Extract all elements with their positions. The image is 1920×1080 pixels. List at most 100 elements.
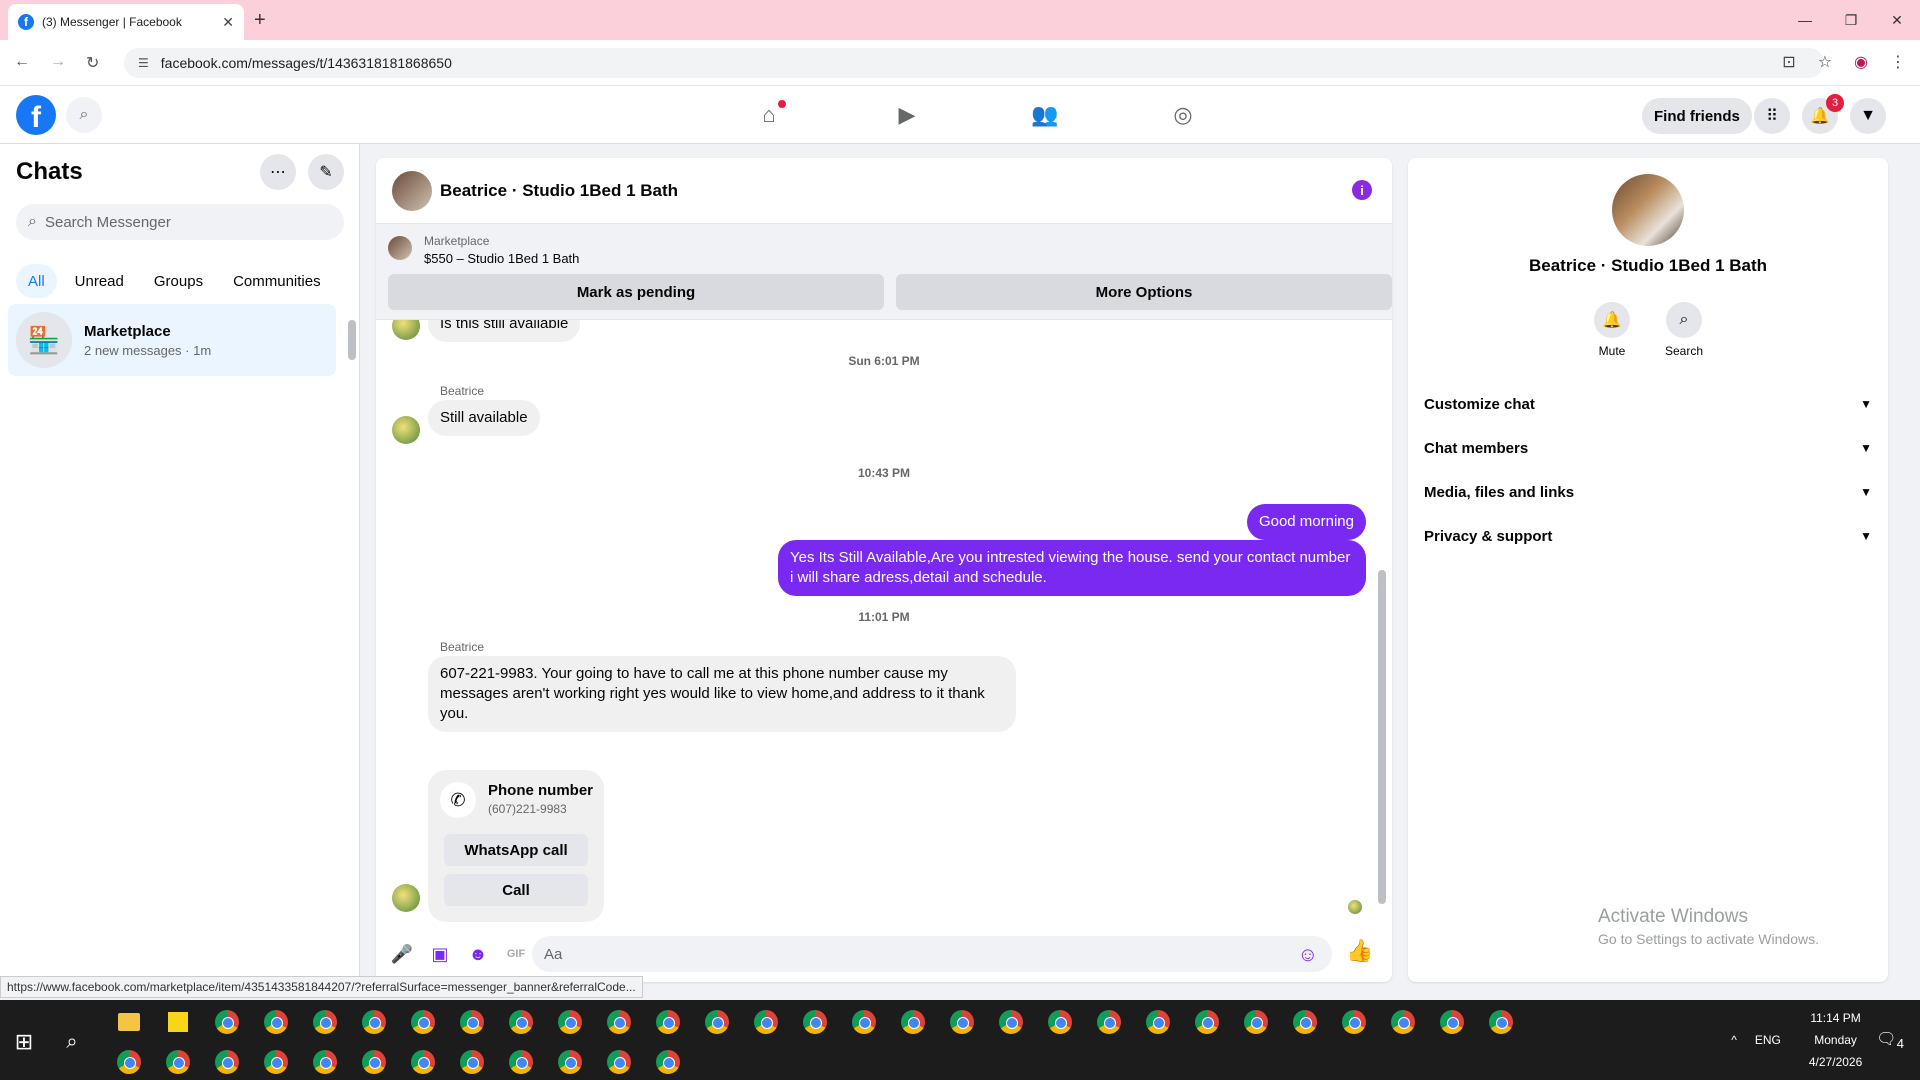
- chrome-taskbar-icon[interactable]: [496, 1042, 545, 1080]
- chrome-taskbar-icon[interactable]: [643, 1042, 692, 1080]
- chat-item-marketplace[interactable]: 🏪 Marketplace 2 new messages · 1m: [8, 304, 336, 376]
- chrome-taskbar-icon[interactable]: [1280, 1002, 1329, 1042]
- chrome-taskbar-icon[interactable]: [692, 1002, 741, 1042]
- chrome-taskbar-icon[interactable]: [496, 1002, 545, 1042]
- friends-icon[interactable]: 👥: [976, 86, 1114, 144]
- show-hidden-icons-icon[interactable]: ^: [1731, 1033, 1737, 1047]
- close-window-icon[interactable]: ✕: [1874, 0, 1920, 40]
- chrome-taskbar-icon[interactable]: [251, 1002, 300, 1042]
- conversation-scrollbar[interactable]: [1378, 570, 1386, 904]
- listing-title[interactable]: $550 – Studio 1Bed 1 Bath: [424, 251, 579, 266]
- more-options-icon[interactable]: ⋯: [260, 154, 296, 190]
- back-icon[interactable]: ←: [14, 53, 30, 71]
- menu-grid-icon[interactable]: ⠿: [1754, 98, 1790, 134]
- browser-menu-icon[interactable]: ⋮: [1890, 52, 1906, 72]
- chrome-taskbar-icon[interactable]: [1378, 1002, 1427, 1042]
- chrome-taskbar-icon[interactable]: [839, 1002, 888, 1042]
- sticky-notes-icon[interactable]: [153, 1002, 202, 1042]
- chrome-taskbar-icon[interactable]: [349, 1002, 398, 1042]
- home-icon[interactable]: ⌂: [700, 86, 838, 144]
- gif-icon[interactable]: GIF: [498, 936, 534, 972]
- chrome-taskbar-icon[interactable]: [1476, 1002, 1525, 1042]
- chrome-taskbar-icon[interactable]: [741, 1002, 790, 1042]
- minimize-icon[interactable]: —: [1782, 0, 1828, 40]
- chrome-taskbar-icon[interactable]: [790, 1002, 839, 1042]
- thumbs-up-icon[interactable]: 👍: [1346, 938, 1373, 964]
- chrome-taskbar-icon[interactable]: [447, 1042, 496, 1080]
- clock[interactable]: 11:14 PM Monday 4/27/2026: [1809, 1007, 1862, 1073]
- chrome-taskbar-icon[interactable]: [1427, 1002, 1476, 1042]
- section-customize-chat[interactable]: Customize chat ▼: [1424, 382, 1872, 426]
- chrome-taskbar-icon[interactable]: [349, 1042, 398, 1080]
- mark-as-pending-button[interactable]: Mark as pending: [388, 274, 884, 310]
- sticker-icon[interactable]: ☻: [460, 936, 496, 972]
- profile-icon[interactable]: ◉: [1854, 52, 1868, 72]
- filter-groups[interactable]: Groups: [142, 264, 215, 298]
- microphone-icon[interactable]: 🎤: [384, 936, 420, 972]
- filter-communities[interactable]: Communities: [221, 264, 333, 298]
- section-privacy-support[interactable]: Privacy & support ▼: [1424, 514, 1872, 558]
- chrome-taskbar-icon[interactable]: [1231, 1002, 1280, 1042]
- facebook-logo-icon[interactable]: f: [16, 95, 56, 135]
- language-indicator[interactable]: ENG: [1755, 1033, 1781, 1047]
- chrome-taskbar-icon[interactable]: [1182, 1002, 1231, 1042]
- chrome-taskbar-icon[interactable]: [545, 1002, 594, 1042]
- filter-all[interactable]: All: [16, 264, 57, 298]
- chrome-taskbar-icon[interactable]: [153, 1042, 202, 1080]
- find-friends-button[interactable]: Find friends: [1642, 98, 1752, 134]
- chrome-taskbar-icon[interactable]: [1133, 1002, 1182, 1042]
- chats-scrollbar[interactable]: [348, 320, 356, 360]
- chrome-taskbar-icon[interactable]: [251, 1042, 300, 1080]
- url-field[interactable]: ☰ facebook.com/messages/t/14363181818686…: [124, 48, 1824, 78]
- account-dropdown-icon[interactable]: ▼: [1850, 98, 1886, 134]
- install-app-icon[interactable]: ⊡: [1782, 52, 1795, 72]
- chrome-taskbar-icon[interactable]: [300, 1042, 349, 1080]
- action-center-icon[interactable]: 🗨4: [1876, 1029, 1904, 1051]
- chrome-taskbar-icon[interactable]: [1035, 1002, 1084, 1042]
- chrome-taskbar-icon[interactable]: [937, 1002, 986, 1042]
- chrome-taskbar-icon[interactable]: [888, 1002, 937, 1042]
- groups-icon[interactable]: ◎: [1114, 86, 1252, 144]
- contact-avatar[interactable]: [392, 170, 432, 211]
- mute-button[interactable]: 🔔 Mute: [1582, 302, 1642, 358]
- message-input[interactable]: Aa ☺: [532, 936, 1332, 972]
- filter-unread[interactable]: Unread: [63, 264, 136, 298]
- page-scrollbar[interactable]: [1906, 86, 1920, 992]
- file-explorer-icon[interactable]: [104, 1002, 153, 1042]
- windows-start-icon[interactable]: ⊞: [0, 1018, 48, 1066]
- search-conversation-button[interactable]: ⌕ Search: [1654, 302, 1714, 358]
- section-chat-members[interactable]: Chat members ▼: [1424, 426, 1872, 470]
- chrome-taskbar-icon[interactable]: [202, 1042, 251, 1080]
- new-tab-icon[interactable]: +: [254, 9, 266, 32]
- chrome-taskbar-icon[interactable]: [104, 1042, 153, 1080]
- more-options-button[interactable]: More Options: [896, 274, 1392, 310]
- whatsapp-call-button[interactable]: WhatsApp call: [444, 834, 588, 866]
- chrome-taskbar-icon[interactable]: [300, 1002, 349, 1042]
- chrome-taskbar-icon[interactable]: [986, 1002, 1035, 1042]
- conversation-title[interactable]: Beatrice · Studio 1Bed 1 Bath: [440, 181, 678, 201]
- chrome-taskbar-icon[interactable]: [398, 1042, 447, 1080]
- chrome-taskbar-icon[interactable]: [447, 1002, 496, 1042]
- chrome-taskbar-icon[interactable]: [202, 1002, 251, 1042]
- chrome-taskbar-icon[interactable]: [398, 1002, 447, 1042]
- emoji-icon[interactable]: ☺: [1298, 944, 1318, 967]
- site-info-icon[interactable]: ☰: [138, 56, 149, 70]
- notifications-icon[interactable]: 🔔 3: [1802, 94, 1844, 134]
- chrome-taskbar-icon[interactable]: [1084, 1002, 1133, 1042]
- chrome-taskbar-icon[interactable]: [1329, 1002, 1378, 1042]
- section-media-files-links[interactable]: Media, files and links ▼: [1424, 470, 1872, 514]
- info-icon[interactable]: i: [1352, 180, 1372, 200]
- search-icon[interactable]: ⌕: [66, 97, 102, 133]
- new-message-icon[interactable]: ✎: [308, 154, 344, 190]
- contact-avatar-large[interactable]: [1612, 174, 1684, 246]
- chrome-taskbar-icon[interactable]: [643, 1002, 692, 1042]
- bookmark-star-icon[interactable]: ☆: [1818, 52, 1832, 72]
- video-icon[interactable]: ▶: [838, 86, 976, 144]
- image-attach-icon[interactable]: ▣: [422, 936, 458, 972]
- reload-icon[interactable]: ↻: [86, 53, 99, 73]
- chrome-taskbar-icon[interactable]: [594, 1042, 643, 1080]
- forward-icon[interactable]: →: [50, 53, 66, 71]
- restore-icon[interactable]: ❐: [1828, 0, 1874, 40]
- close-tab-icon[interactable]: ✕: [222, 14, 234, 31]
- chrome-taskbar-icon[interactable]: [545, 1042, 594, 1080]
